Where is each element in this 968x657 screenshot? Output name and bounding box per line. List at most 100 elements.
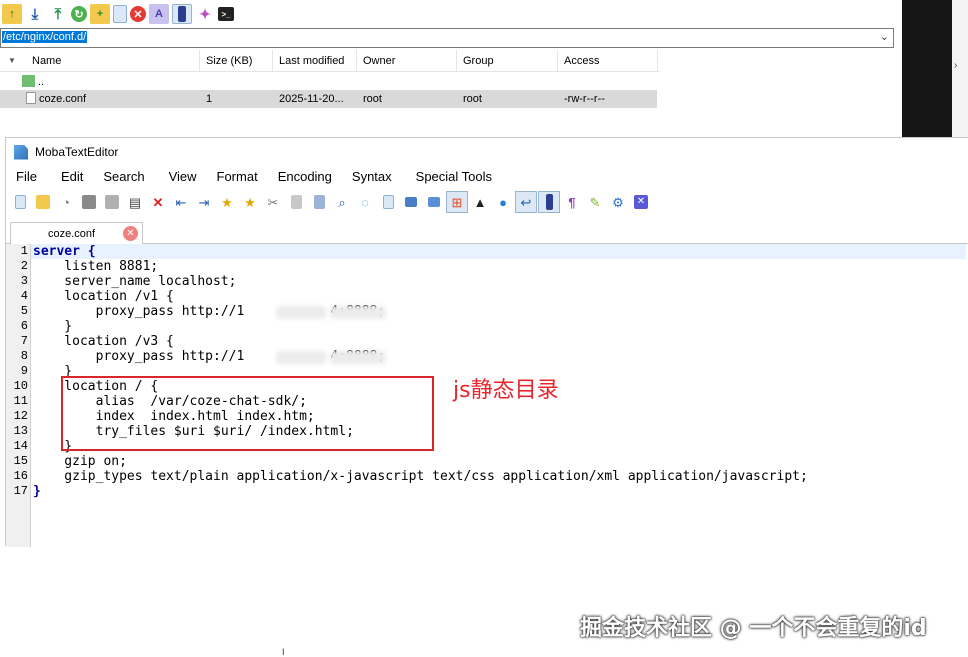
line-number: 13 [13,424,28,438]
code-line[interactable]: } [33,319,72,334]
goto-icon[interactable] [377,191,399,213]
save-all-icon[interactable] [101,191,123,213]
sync-icon[interactable] [423,191,445,213]
bookmark-next-icon[interactable]: ★ [239,191,261,213]
paste-icon[interactable] [308,191,330,213]
document-icon [14,144,28,160]
file-list-header: Name Size (KB) Last modified Owner Group… [0,50,660,72]
text-editor-window: MobaTextEditor File Edit Search View For… [5,137,968,657]
outdent-icon[interactable]: ⇤ [170,191,192,213]
show-symbols-icon[interactable]: ¶ [561,191,583,213]
magic-wand-icon[interactable]: ✦ [195,4,215,24]
column-modified[interactable]: Last modified [273,50,357,72]
file-row-parent[interactable]: .. [0,73,657,91]
tab-label: coze.conf [48,228,96,240]
code-line[interactable]: location /v1 { [33,289,174,304]
exit-icon[interactable]: ✕ [630,191,652,213]
line-number: 15 [13,454,28,468]
code-line[interactable]: listen 8881; [33,259,158,274]
mac-eol-icon[interactable]: ● [492,191,514,213]
cut-icon[interactable]: ✂ [262,191,284,213]
line-number: 16 [13,469,28,483]
refresh-icon[interactable]: ↻ [71,6,87,22]
settings-icon[interactable]: ⚙ [607,191,629,213]
current-line-highlight [31,244,966,259]
annotation-text: js静态目录 [453,378,559,403]
file-icon [26,92,36,104]
close-icon[interactable]: ✕ [147,191,169,213]
file-row[interactable]: coze.conf 1 2025-11-20... root root -rw-… [0,90,657,108]
bookmark-icon[interactable]: ★ [216,191,238,213]
word-wrap-icon[interactable]: ↩ [515,191,537,213]
code-area[interactable]: server { listen 8881; server_name localh… [6,244,968,657]
file-size: 1 [206,93,213,105]
new-file-icon[interactable] [113,5,127,23]
menu-encoding[interactable]: Encoding [268,166,342,188]
reload-icon[interactable]: ◔ [55,191,77,213]
menu-special-tools[interactable]: Special Tools [402,166,502,188]
menu-file[interactable]: File [6,166,47,188]
line-number: 4 [20,289,28,303]
line-number: 10 [13,379,28,393]
code-line[interactable]: } [33,484,41,499]
file-access: -rw-r--r-- [564,93,605,105]
copy-icon[interactable] [285,191,307,213]
line-number: 11 [13,394,28,408]
column-size[interactable]: Size (KB) [200,50,273,72]
chevron-down-icon[interactable]: ⌄ [880,30,889,43]
highlight-icon[interactable]: ✎ [584,191,606,213]
file-browser-panel: ↑ ⤓ ⤒ ↻ + ✕ A ✦ >_ /etc/nginx/conf.d/ ⌄ … [0,0,900,140]
text-editor-icon[interactable] [172,4,192,24]
line-number: 5 [20,304,28,318]
column-access[interactable]: Access [558,50,658,72]
path-input[interactable]: /etc/nginx/conf.d/ ⌄ [0,28,894,48]
code-line[interactable]: server_name localhost; [33,274,236,289]
menu-format[interactable]: Format [207,166,268,188]
linux-eol-icon[interactable]: ▲ [469,191,491,213]
file-name: .. [38,76,45,88]
line-number: 2 [20,259,28,273]
column-owner[interactable]: Owner [357,50,457,72]
line-number: 14 [13,439,28,453]
menu-bar: File Edit Search View Format Encoding Sy… [6,166,968,188]
redacted-ip [276,306,326,319]
upload-icon[interactable]: ⤒ [48,4,68,24]
split-view-icon[interactable] [538,191,560,213]
line-number: 1 [20,244,28,258]
terminal-icon[interactable]: >_ [218,7,234,21]
tab-close-icon[interactable]: ✕ [123,226,138,241]
replace-icon[interactable]: ◌ [354,191,376,213]
scroll-arrow-icon[interactable]: › [954,60,957,71]
parent-folder-icon[interactable]: ↑ [2,4,22,24]
rename-icon[interactable]: A [149,4,169,24]
menu-syntax[interactable]: Syntax [342,166,402,188]
path-value: /etc/nginx/conf.d/ [2,31,88,43]
code-line[interactable]: location /v3 { [33,334,174,349]
tab-bar: coze.conf ✕ [6,222,968,245]
indent-icon[interactable]: ⇥ [193,191,215,213]
search-icon[interactable]: ⌕ [331,191,353,213]
print-icon[interactable]: ▤ [124,191,146,213]
new-folder-icon[interactable]: + [90,4,110,24]
line-number: 12 [13,409,28,423]
line-number: 9 [20,364,28,378]
code-line[interactable]: gzip on; [33,454,127,469]
code-line[interactable]: gzip_types text/plain application/x-java… [33,469,808,484]
file-name-cell: coze.conf [0,90,200,108]
column-name[interactable]: Name [0,50,200,72]
code-line[interactable]: server { [33,244,96,259]
new-file-icon[interactable] [9,191,31,213]
delete-icon[interactable]: ✕ [130,6,146,22]
tab-coze-conf[interactable]: coze.conf ✕ [10,222,143,245]
menu-search[interactable]: Search [93,166,154,188]
file-name-cell: .. [0,73,200,91]
column-group[interactable]: Group [457,50,558,72]
windows-eol-icon[interactable]: ⊞ [446,191,468,213]
save-icon[interactable] [78,191,100,213]
open-folder-icon[interactable] [32,191,54,213]
window-title: MobaTextEditor [35,145,119,159]
menu-edit[interactable]: Edit [47,166,93,188]
compare-icon[interactable] [400,191,422,213]
download-icon[interactable]: ⤓ [25,4,45,24]
menu-view[interactable]: View [155,166,207,188]
